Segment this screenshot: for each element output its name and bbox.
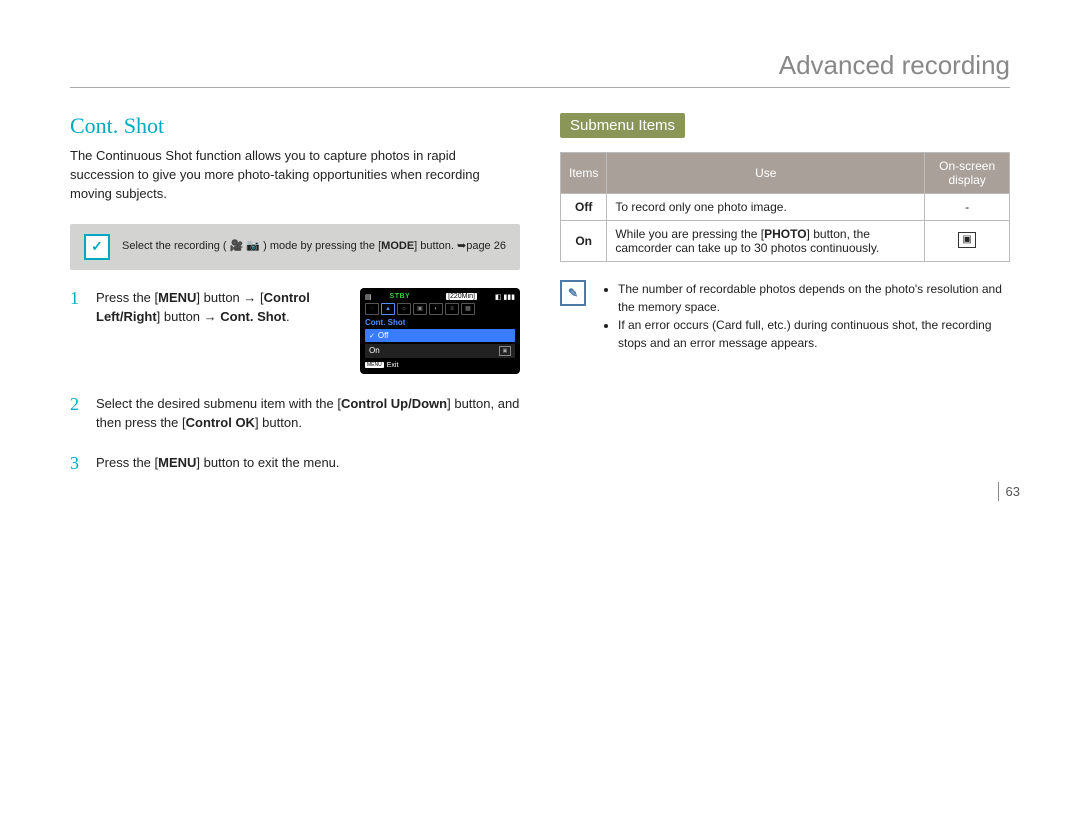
step-1-text: Press the [MENU] button → [Control Left/…: [96, 288, 348, 327]
cont-shot-indicator-icon: ▣: [499, 346, 511, 356]
mode-note-text: Select the recording ( 🎥 📷 ) mode by pre…: [122, 239, 506, 254]
col-osd: On-screen display: [925, 153, 1010, 194]
list-item: The number of recordable photos depends …: [618, 280, 1010, 316]
lcd-icon-row: ◌ ▲ ☼ ▣ ◐ ≡ ▦: [365, 303, 515, 315]
lcd-option-off: ✓Off: [365, 329, 515, 342]
submenu-items-table: Items Use On-screen display Off To recor…: [560, 152, 1010, 262]
list-item: If an error occurs (Card full, etc.) dur…: [618, 316, 1010, 352]
mode-note-box: ✓ Select the recording ( 🎥 📷 ) mode by p…: [70, 224, 520, 270]
lcd-status: STBY: [390, 293, 411, 300]
sd-card-icon: ▤: [365, 293, 372, 301]
lcd-menu-title: Cont. Shot: [365, 318, 515, 327]
step-number: 1: [70, 288, 84, 327]
page-number: 63: [998, 484, 1020, 499]
intro-text: The Continuous Shot function allows you …: [70, 147, 520, 204]
table-row: Off To record only one photo image. -: [561, 194, 1010, 221]
section-heading: Cont. Shot: [70, 113, 520, 139]
camcorder-icon: 🎥: [230, 240, 244, 252]
lcd-preview: ▤ STBY [220Min] ◧ ▮▮▮ ◌ ▲ ☼ ▣ ◐ ≡: [360, 288, 520, 374]
step-3-text: Press the [MENU] button to exit the menu…: [96, 453, 520, 474]
step-number: 2: [70, 394, 84, 433]
tips-list: The number of recordable photos depends …: [600, 280, 1010, 352]
tips-box: ✎ The number of recordable photos depend…: [560, 280, 1010, 352]
step-2-text: Select the desired submenu item with the…: [96, 394, 520, 433]
step-number: 3: [70, 453, 84, 474]
camera-icon: 📷: [246, 240, 260, 252]
lcd-option-on: On ▣: [365, 344, 515, 358]
arrow-right-icon: ➥: [457, 239, 466, 254]
col-use: Use: [607, 153, 925, 194]
battery-icon: ◧ ▮▮▮: [495, 293, 515, 301]
cont-shot-osd-icon: [958, 232, 976, 248]
checkmark-icon: ✓: [84, 234, 110, 260]
lcd-exit: MENU Exit: [365, 362, 515, 369]
page-header: Advanced recording: [70, 50, 1010, 88]
submenu-badge: Submenu Items: [560, 113, 685, 138]
lcd-time: [220Min]: [446, 293, 477, 300]
table-row: On While you are pressing the [PHOTO] bu…: [561, 221, 1010, 262]
col-items: Items: [561, 153, 607, 194]
note-icon: ✎: [560, 280, 586, 306]
